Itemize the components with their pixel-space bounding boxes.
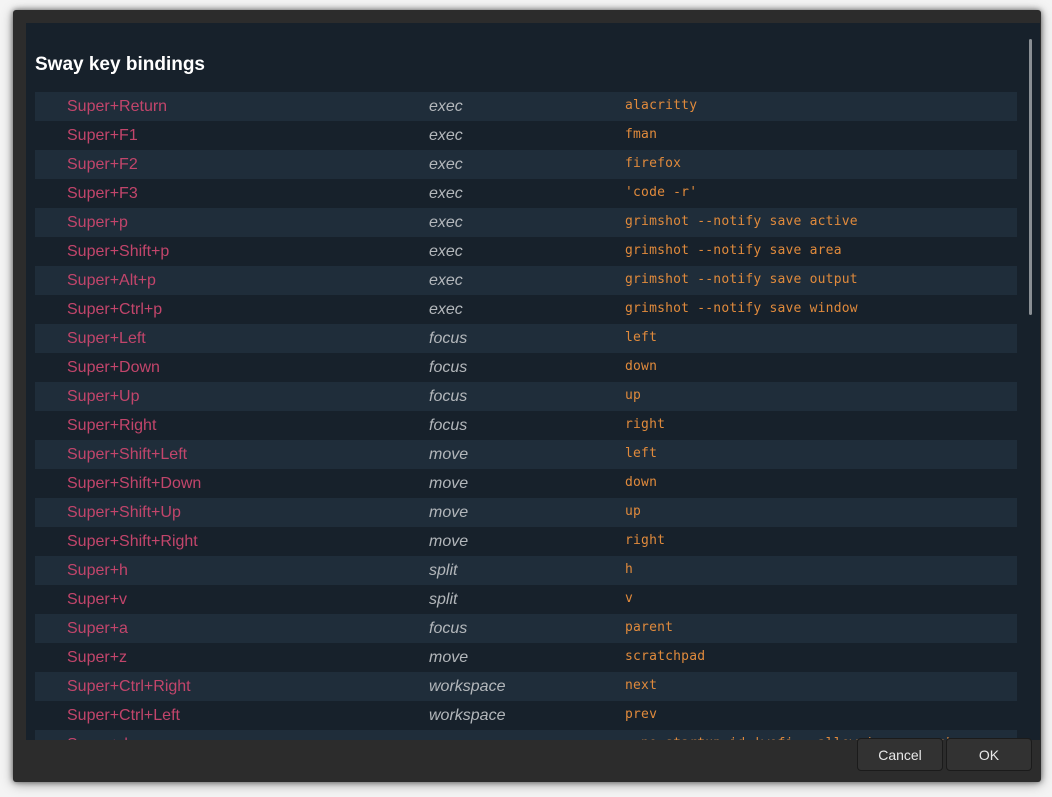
binding-row[interactable]: Super+Ctrl+Left workspace prev (35, 701, 1017, 730)
binding-action: focus (429, 417, 468, 434)
binding-action: move (429, 446, 469, 463)
binding-row[interactable]: Super+Left focus left (35, 324, 1017, 353)
binding-key: Super+h (67, 562, 128, 579)
binding-row[interactable]: Super+p exec grimshot --notify save active (35, 208, 1017, 237)
binding-key: Super+Alt+p (67, 272, 156, 289)
binding-row[interactable]: Super+v split v (35, 585, 1017, 614)
binding-action: exec (429, 301, 463, 318)
binding-action: split (429, 562, 458, 579)
binding-row[interactable]: Super+F1 exec fman (35, 121, 1017, 150)
binding-argument: prev (625, 707, 658, 722)
binding-argument: scratchpad (625, 649, 706, 664)
binding-row[interactable]: Super+Shift+p exec grimshot --notify save … (35, 237, 1017, 266)
binding-key: Super+d (67, 735, 128, 740)
binding-key: Super+F3 (67, 185, 138, 202)
binding-action: exec (429, 735, 463, 740)
binding-argument: grimshot --notify save active (625, 214, 858, 229)
binding-action: workspace (429, 707, 506, 724)
binding-argument: left (625, 330, 658, 345)
binding-action: exec (429, 243, 463, 260)
binding-row[interactable]: Super+Shift+Right move right (35, 527, 1017, 556)
binding-argument: left (625, 446, 658, 461)
binding-key: Super+F1 (67, 127, 138, 144)
binding-argument: right (625, 533, 666, 548)
binding-key: Super+z (67, 649, 128, 666)
binding-row[interactable]: Super+F3 exec 'code -r' (35, 179, 1017, 208)
binding-action: move (429, 533, 469, 550)
binding-action: split (429, 591, 458, 608)
binding-key: Super+Ctrl+p (67, 301, 163, 318)
binding-row[interactable]: Super+Return exec alacritty (35, 92, 1017, 121)
binding-key: Super+Down (67, 359, 160, 376)
binding-action: exec (429, 214, 463, 231)
binding-action: focus (429, 388, 468, 405)
binding-key: Super+F2 (67, 156, 138, 173)
binding-key: Super+Return (67, 98, 168, 115)
binding-key: Super+v (67, 591, 128, 608)
binding-row[interactable]: Super+z move scratchpad (35, 643, 1017, 672)
binding-argument: next (625, 678, 658, 693)
ok-button[interactable]: OK (946, 738, 1032, 771)
bindings-panel[interactable]: Sway key bindings Super+Return exec alacri… (26, 23, 1040, 740)
binding-row[interactable]: Super+Alt+p exec grimshot --notify save ou… (35, 266, 1017, 295)
binding-key: Super+Ctrl+Right (67, 678, 191, 695)
binding-row[interactable]: Super+Shift+Up move up (35, 498, 1017, 527)
binding-key: Super+Ctrl+Left (67, 707, 180, 724)
binding-action: focus (429, 330, 468, 347)
binding-key: Super+a (67, 620, 128, 637)
binding-row[interactable]: Super+Right focus right (35, 411, 1017, 440)
binding-argument: down (625, 475, 658, 490)
binding-key: Super+Shift+Right (67, 533, 198, 550)
binding-key: Super+p (67, 214, 128, 231)
binding-action: exec (429, 98, 463, 115)
binding-argument: h (625, 562, 634, 577)
binding-argument: alacritty (625, 98, 698, 113)
binding-row[interactable]: Super+Shift+Left move left (35, 440, 1017, 469)
binding-argument: fman (625, 127, 658, 142)
binding-argument: down (625, 359, 658, 374)
key-bindings-dialog: Sway key bindings Super+Return exec alacri… (13, 10, 1041, 782)
binding-argument: grimshot --notify save output (625, 272, 858, 287)
binding-argument: right (625, 417, 666, 432)
binding-key: Super+Shift+p (67, 243, 170, 260)
desktop-background: Sway key bindings Super+Return exec alacri… (0, 0, 1052, 797)
vertical-scrollbar[interactable] (1021, 23, 1040, 740)
binding-argument: grimshot --notify save window (625, 301, 858, 316)
binding-argument: 'code -r' (625, 185, 698, 200)
binding-action: move (429, 475, 469, 492)
binding-argument: grimshot --notify save area (625, 243, 842, 258)
scrollbar-thumb[interactable] (1029, 39, 1032, 315)
binding-argument: v (625, 591, 634, 606)
binding-key: Super+Shift+Down (67, 475, 202, 492)
binding-argument: up (625, 504, 642, 519)
binding-action: exec (429, 185, 463, 202)
dialog-title: Sway key bindings (35, 54, 205, 75)
binding-key: Super+Shift+Up (67, 504, 181, 521)
binding-row[interactable]: Super+h split h (35, 556, 1017, 585)
binding-row[interactable]: Super+Shift+Down move down (35, 469, 1017, 498)
binding-key: Super+Up (67, 388, 140, 405)
binding-row[interactable]: Super+Ctrl+Right workspace next (35, 672, 1017, 701)
binding-action: focus (429, 359, 468, 376)
binding-action: exec (429, 127, 463, 144)
binding-row[interactable]: Super+a focus parent (35, 614, 1017, 643)
binding-row[interactable]: Super+F2 exec firefox (35, 150, 1017, 179)
binding-row[interactable]: Super+Up focus up (35, 382, 1017, 411)
binding-key: Super+Shift+Left (67, 446, 188, 463)
binding-argument: parent (625, 620, 674, 635)
binding-row[interactable]: Super+Down focus down (35, 353, 1017, 382)
binding-action: workspace (429, 678, 506, 695)
binding-action: move (429, 649, 469, 666)
bindings-list: Super+Return exec alacritty Super+F1 exec fma… (35, 92, 1017, 740)
binding-action: move (429, 504, 469, 521)
binding-argument: up (625, 388, 642, 403)
binding-action: focus (429, 620, 468, 637)
binding-key: Super+Left (67, 330, 146, 347)
binding-key: Super+Right (67, 417, 157, 434)
binding-argument: firefox (625, 156, 682, 171)
binding-row[interactable]: Super+Ctrl+p exec grimshot --notify save w… (35, 295, 1017, 324)
cancel-button[interactable]: Cancel (857, 738, 943, 771)
binding-action: exec (429, 156, 463, 173)
binding-action: exec (429, 272, 463, 289)
